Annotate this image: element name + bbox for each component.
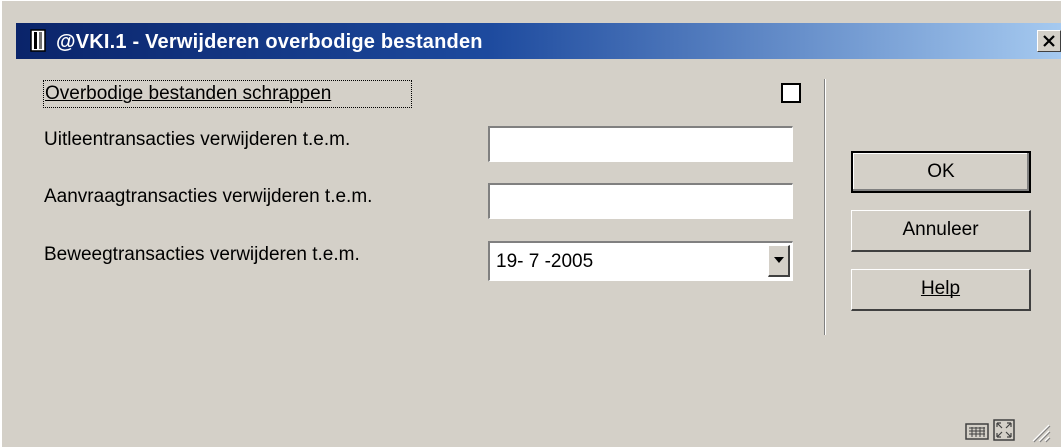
uitleen-label: Uitleentransacties verwijderen t.e.m. bbox=[44, 129, 351, 150]
dropdown-button[interactable] bbox=[768, 245, 790, 277]
resize-icon[interactable] bbox=[993, 419, 1015, 441]
window-title: @VKI.1 - Verwijderen overbodige bestande… bbox=[56, 31, 483, 53]
beweeg-label: Beweegtransacties verwijderen t.e.m. bbox=[44, 244, 360, 265]
ok-button[interactable]: OK bbox=[851, 151, 1031, 193]
vertical-separator bbox=[824, 79, 826, 335]
book-icon bbox=[30, 29, 46, 52]
chevron-down-icon bbox=[774, 257, 784, 263]
title-bar[interactable]: @VKI.1 - Verwijderen overbodige bestande… bbox=[16, 23, 1061, 59]
dialog-window: @VKI.1 - Verwijderen overbodige bestande… bbox=[0, 0, 1061, 447]
cancel-button[interactable]: Annuleer bbox=[851, 210, 1031, 252]
close-button[interactable] bbox=[1037, 30, 1061, 52]
keyboard-icon[interactable] bbox=[965, 421, 989, 441]
size-grip-icon[interactable] bbox=[1025, 419, 1051, 443]
checkbox-label[interactable]: Overbodige bestanden schrappen bbox=[45, 83, 331, 105]
uitleen-date-field[interactable] bbox=[488, 126, 793, 162]
aanvraag-label: Aanvraagtransacties verwijderen t.e.m. bbox=[44, 186, 373, 207]
beweeg-date-combo[interactable]: 19- 7 -2005 bbox=[488, 241, 793, 281]
remove-files-checkbox[interactable] bbox=[781, 83, 801, 103]
help-button[interactable]: Help bbox=[851, 269, 1031, 311]
close-icon bbox=[1043, 35, 1055, 47]
beweeg-date-value: 19- 7 -2005 bbox=[496, 251, 594, 272]
aanvraag-date-field[interactable] bbox=[488, 183, 793, 219]
help-label: Help bbox=[920, 278, 961, 299]
status-bar-icons bbox=[957, 415, 1057, 445]
